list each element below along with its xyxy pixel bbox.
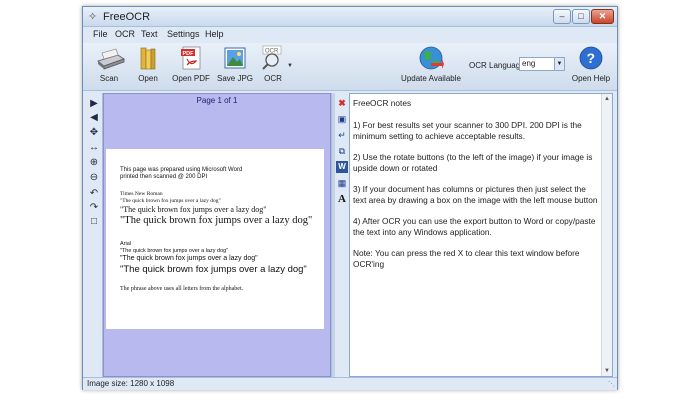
menu-file[interactable]: File <box>93 29 108 39</box>
open-label: Open <box>138 74 158 83</box>
ocr-dropdown-arrow-icon[interactable]: ▼ <box>287 63 293 69</box>
rotate-right-icon[interactable]: ↷ <box>87 201 101 215</box>
svg-text:?: ? <box>587 50 596 66</box>
fit-width-icon[interactable]: ↔ <box>87 141 101 155</box>
ocr-text-pane[interactable]: FreeOCR notes 1) For best results set yo… <box>349 93 613 377</box>
select-area-icon[interactable]: □ <box>87 215 101 229</box>
scan-label: Scan <box>99 74 119 83</box>
image-size-status: Image size: 1280 x 1098 <box>87 379 175 388</box>
close-icon: ✕ <box>598 11 607 21</box>
pdf-icon: PDF <box>178 45 204 71</box>
menu-bar: File OCR Text Settings Help <box>83 27 617 43</box>
maximize-button[interactable]: □ <box>572 9 590 24</box>
page-indicator: Page 1 of 1 <box>196 96 238 105</box>
status-bar: Image size: 1280 x 1098 ⋱ <box>83 377 617 390</box>
save-jpg-button[interactable]: Save JPG <box>217 45 253 89</box>
page-text-line: "The quick brown fox jumps over a lazy d… <box>120 264 307 275</box>
save-text-icon[interactable]: ▣ <box>336 113 348 125</box>
ocr-magnifier-icon: OCR <box>260 45 286 71</box>
minimize-icon: – <box>559 11 565 21</box>
next-page-icon[interactable]: ▶ <box>87 97 101 111</box>
notes-item: 3) If your document has columns or pictu… <box>353 184 598 205</box>
ocr-language-select[interactable]: eng ▼ <box>519 57 565 71</box>
maximize-icon: □ <box>578 11 584 21</box>
page-text-line: "The quick brown fox jumps over a lazy d… <box>120 215 313 226</box>
notes-title: FreeOCR notes <box>353 98 412 108</box>
open-button[interactable]: Open <box>133 45 163 89</box>
page-text-line: "The quick brown fox jumps over a lazy d… <box>120 198 221 204</box>
clear-text-icon[interactable]: ✖ <box>336 97 348 109</box>
menu-ocr[interactable]: OCR <box>115 29 135 39</box>
move-icon[interactable]: ✥ <box>87 126 101 140</box>
close-button[interactable]: ✕ <box>591 9 614 24</box>
page-text-line: "The quick brown fox jumps over a lazy d… <box>120 205 267 214</box>
page-text-line: "The quick brown fox jumps over a lazy d… <box>120 248 229 254</box>
image-pane[interactable]: Page 1 of 1 This page was prepared using… <box>103 93 331 377</box>
page-text-line: The phrase above uses all letters from t… <box>120 286 244 292</box>
select-all-icon[interactable]: ▦ <box>336 177 348 189</box>
app-icon: ✧ <box>88 11 98 23</box>
app-window: ✧ FreeOCR – □ ✕ File OCR Text Settings H… <box>82 6 618 390</box>
page-text-line: Times New Roman <box>120 191 163 197</box>
export-word-icon[interactable]: W <box>336 161 348 173</box>
ocr-language-value: eng <box>522 59 536 68</box>
notes-item: 2) Use the rotate buttons (to the left o… <box>353 152 593 173</box>
notes-item: 4) After OCR you can use the export butt… <box>353 216 596 237</box>
ocr-label: OCR <box>264 74 282 83</box>
page-text-line: This page was prepared using Microsoft W… <box>120 167 243 173</box>
chevron-down-icon[interactable]: ▼ <box>554 58 564 70</box>
scroll-up-icon[interactable]: ▲ <box>602 94 612 104</box>
update-available-button[interactable]: Update Available <box>399 45 463 89</box>
open-pdf-label: Open PDF <box>172 74 210 83</box>
insert-line-icon[interactable]: ↵ <box>336 129 348 141</box>
menu-text[interactable]: Text <box>141 29 158 39</box>
help-icon: ? <box>578 45 604 71</box>
page-text-line: "The quick brown fox jumps over a lazy d… <box>120 255 258 262</box>
text-scrollbar[interactable]: ▲ ▼ <box>601 94 612 376</box>
text-tools-panel: ✖ ▣ ↵ ⧉ W ▦ A <box>335 93 349 377</box>
page-text-line: printed then scanned @ 200 DPI <box>120 174 208 180</box>
ocr-button[interactable]: OCR OCR <box>259 45 287 89</box>
scanner-icon <box>96 45 125 71</box>
open-pdf-button[interactable]: PDF Open PDF <box>171 45 211 89</box>
window-title: FreeOCR <box>103 11 151 23</box>
picture-icon <box>222 45 248 71</box>
resize-grip-icon[interactable]: ⋱ <box>608 380 615 388</box>
image-tools-panel: ▶ ◀ ✥ ↔ ⊕ ⊖ ↶ ↷ □ <box>85 93 103 377</box>
scroll-down-icon[interactable]: ▼ <box>602 366 612 376</box>
title-bar[interactable]: ✧ FreeOCR – □ ✕ <box>83 7 617 27</box>
globe-update-icon <box>418 45 444 71</box>
notes-item: 1) For best results set your scanner to … <box>353 120 582 141</box>
open-help-button[interactable]: ? Open Help <box>571 45 611 89</box>
scanned-page-image[interactable]: This page was prepared using Microsoft W… <box>106 149 324 329</box>
font-icon[interactable]: A <box>336 193 348 205</box>
notes-item: Note: You can press the red X to clear t… <box>353 248 580 269</box>
page-text-line: Arial <box>120 241 132 247</box>
zoom-in-icon[interactable]: ⊕ <box>87 156 101 170</box>
update-available-label: Update Available <box>401 74 461 83</box>
folder-books-icon <box>135 45 161 71</box>
svg-text:PDF: PDF <box>183 51 195 57</box>
copy-text-icon[interactable]: ⧉ <box>336 145 348 157</box>
scan-button[interactable]: Scan <box>91 45 127 89</box>
open-help-label: Open Help <box>571 74 611 83</box>
previous-page-icon[interactable]: ◀ <box>87 111 101 125</box>
menu-help[interactable]: Help <box>205 29 224 39</box>
rotate-left-icon[interactable]: ↶ <box>87 187 101 201</box>
zoom-out-icon[interactable]: ⊖ <box>87 171 101 185</box>
toolbar: Scan Open PDF Open PDF Save JPG OCR OCR … <box>83 43 617 91</box>
minimize-button[interactable]: – <box>553 9 571 24</box>
menu-settings[interactable]: Settings <box>167 29 200 39</box>
save-jpg-label: Save JPG <box>217 74 254 83</box>
